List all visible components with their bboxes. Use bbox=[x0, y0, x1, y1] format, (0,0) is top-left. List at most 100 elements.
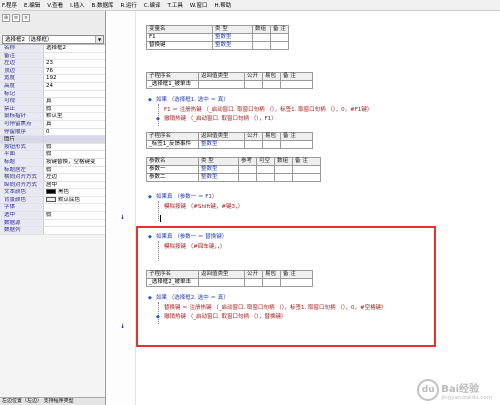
menu-window[interactable]: W.窗口 bbox=[190, 1, 208, 9]
property-value[interactable]: 0 bbox=[44, 128, 105, 136]
variable-name[interactable]: 替换键 bbox=[146, 41, 213, 50]
property-value[interactable] bbox=[44, 227, 105, 234]
property-row[interactable]: 可视真 bbox=[0, 98, 105, 106]
code-line[interactable]: 模拟按键 （#Shift键，#键3，） bbox=[164, 203, 243, 211]
parameter-type[interactable]: 整数型 bbox=[198, 165, 239, 174]
property-row[interactable]: 名称 选择框2 bbox=[0, 45, 105, 53]
chevron-down-icon[interactable]: ▼ bbox=[95, 36, 103, 43]
menu-insert[interactable]: I.插入 bbox=[70, 1, 84, 9]
property-row[interactable]: 数据源 bbox=[0, 219, 105, 228]
variable-array[interactable] bbox=[252, 33, 271, 42]
variable-type[interactable]: 整数型 bbox=[212, 33, 253, 42]
menu-compile[interactable]: C.编译 bbox=[144, 1, 161, 9]
code-line[interactable]: 如果真 （参数一 ＝ F1） bbox=[156, 193, 217, 201]
property-row[interactable]: 左边 23 bbox=[0, 60, 105, 68]
table-row[interactable]: 替换键 整数型 bbox=[146, 41, 289, 50]
property-row[interactable]: 文本颜色 黑色 bbox=[0, 189, 105, 197]
fold-icon[interactable]: ◆ bbox=[156, 116, 160, 122]
property-value[interactable]: 23 bbox=[44, 60, 105, 67]
property-row[interactable]: 横向对齐方式 左边 bbox=[0, 174, 105, 182]
fold-icon[interactable]: ◆ bbox=[148, 97, 152, 103]
parameter-name[interactable]: 参数二 bbox=[146, 173, 199, 182]
variable-array[interactable] bbox=[252, 41, 271, 50]
fold-icon[interactable]: ◆ bbox=[148, 194, 152, 200]
parameter-note[interactable] bbox=[292, 173, 321, 182]
menu-view[interactable]: V.查看 bbox=[47, 1, 63, 9]
variable-type[interactable]: 整数型 bbox=[212, 41, 253, 50]
property-value[interactable] bbox=[44, 219, 105, 227]
menu-database[interactable]: B.数据库 bbox=[91, 1, 113, 9]
property-value[interactable]: 默认底色 bbox=[44, 196, 105, 204]
property-value[interactable]: 真 bbox=[44, 120, 105, 128]
variable-note[interactable] bbox=[270, 41, 289, 50]
property-value[interactable]: 24 bbox=[44, 82, 105, 90]
parameter-type[interactable]: 整数型 bbox=[198, 173, 239, 182]
sort-icon[interactable]: ≡ bbox=[12, 14, 20, 22]
property-value[interactable]: 默认型 bbox=[44, 113, 105, 120]
package-flag[interactable] bbox=[262, 80, 281, 89]
fold-marker-icon[interactable]: ↓ bbox=[120, 214, 125, 221]
parameter-array[interactable] bbox=[274, 173, 293, 182]
parameter-optional[interactable] bbox=[256, 173, 275, 182]
parameter-optional[interactable] bbox=[256, 165, 275, 174]
property-row[interactable]: 字体 bbox=[0, 204, 105, 213]
public-flag[interactable] bbox=[244, 80, 263, 89]
return-type[interactable]: 整数型 bbox=[198, 140, 245, 149]
property-value[interactable]: 黑色 bbox=[44, 189, 105, 196]
property-row[interactable]: 鼠标指针 默认型 bbox=[0, 113, 105, 121]
public-flag[interactable] bbox=[244, 140, 263, 149]
property-value[interactable]: 假 bbox=[44, 212, 105, 219]
variable-name[interactable]: F1 bbox=[146, 33, 213, 42]
property-value[interactable]: 真 bbox=[44, 98, 105, 105]
property-value[interactable]: 左边 bbox=[44, 174, 105, 181]
parameter-array[interactable] bbox=[274, 165, 293, 174]
property-row[interactable]: 平面假 bbox=[0, 151, 105, 159]
property-row[interactable]: 选中假 bbox=[0, 212, 105, 220]
subroutine-note[interactable] bbox=[280, 140, 313, 149]
parameter-ref[interactable] bbox=[238, 173, 257, 182]
property-value[interactable] bbox=[44, 204, 105, 212]
return-type[interactable] bbox=[198, 80, 245, 89]
code-line[interactable]: 撤销热键 （_启动窗口. 取窗口句柄 （），F1） bbox=[164, 115, 277, 123]
property-row[interactable]: 按钮形式假 bbox=[0, 143, 105, 152]
code-line[interactable]: F1 ＝ 注册热键 （_启动窗口. 取窗口句柄 （），标签1. 取窗口句柄 （）… bbox=[164, 106, 372, 114]
menu-edit[interactable]: E.编辑 bbox=[24, 1, 40, 9]
table-row[interactable]: _标签1_反馈事件 整数型 bbox=[146, 140, 313, 149]
property-value[interactable] bbox=[44, 90, 105, 98]
subroutine-name[interactable]: _标签1_反馈事件 bbox=[146, 140, 199, 149]
property-row[interactable]: 停留顺序 0 bbox=[0, 128, 105, 137]
property-value[interactable] bbox=[44, 136, 105, 143]
menu-run[interactable]: R.运行 bbox=[120, 1, 136, 9]
subroutine-note[interactable] bbox=[280, 80, 313, 89]
table-row[interactable]: _选择框1_被单击 bbox=[146, 80, 313, 89]
property-value[interactable]: 假 bbox=[44, 166, 105, 174]
property-value[interactable]: 192 bbox=[44, 75, 105, 82]
property-row[interactable]: 数据列 bbox=[0, 227, 105, 235]
property-value[interactable]: 选择框2 bbox=[44, 45, 105, 52]
table-row[interactable]: F1 整数型 bbox=[146, 33, 289, 42]
property-row[interactable]: 顶边 76 bbox=[0, 67, 105, 76]
property-value[interactable]: 居中 bbox=[44, 181, 105, 189]
fold-marker-icon[interactable]: ↓ bbox=[120, 323, 125, 330]
property-row[interactable]: 宽度 192 bbox=[0, 75, 105, 83]
property-row[interactable]: 标题 按键替换，空格键变 bbox=[0, 158, 105, 167]
property-row[interactable]: 图片 bbox=[0, 136, 105, 144]
property-value[interactable]: 76 bbox=[44, 67, 105, 75]
close-icon[interactable]: × bbox=[22, 14, 30, 22]
property-value[interactable]: 假 bbox=[44, 105, 105, 113]
menu-help[interactable]: H.帮助 bbox=[214, 1, 231, 9]
property-row[interactable]: 备注 bbox=[0, 52, 105, 61]
property-row[interactable]: 标题居左假 bbox=[0, 166, 105, 175]
parameter-note[interactable] bbox=[292, 165, 321, 174]
pin-icon[interactable]: ⊕ bbox=[2, 14, 10, 22]
subroutine-name[interactable]: _选择框1_被单击 bbox=[146, 80, 199, 89]
property-value[interactable]: 按键替换，空格键变 bbox=[44, 158, 105, 166]
property-row[interactable]: 背景颜色 默认底色 bbox=[0, 196, 105, 205]
parameter-name[interactable]: 参数一 bbox=[146, 165, 199, 174]
property-value[interactable]: 假 bbox=[44, 151, 105, 158]
property-value[interactable]: 假 bbox=[44, 143, 105, 151]
component-select[interactable]: 选择框2（选择框） ▼ bbox=[2, 35, 104, 44]
property-row[interactable]: 禁止假 bbox=[0, 105, 105, 114]
property-value[interactable] bbox=[44, 52, 105, 60]
property-row[interactable]: 纵向对齐方式 居中 bbox=[0, 181, 105, 190]
